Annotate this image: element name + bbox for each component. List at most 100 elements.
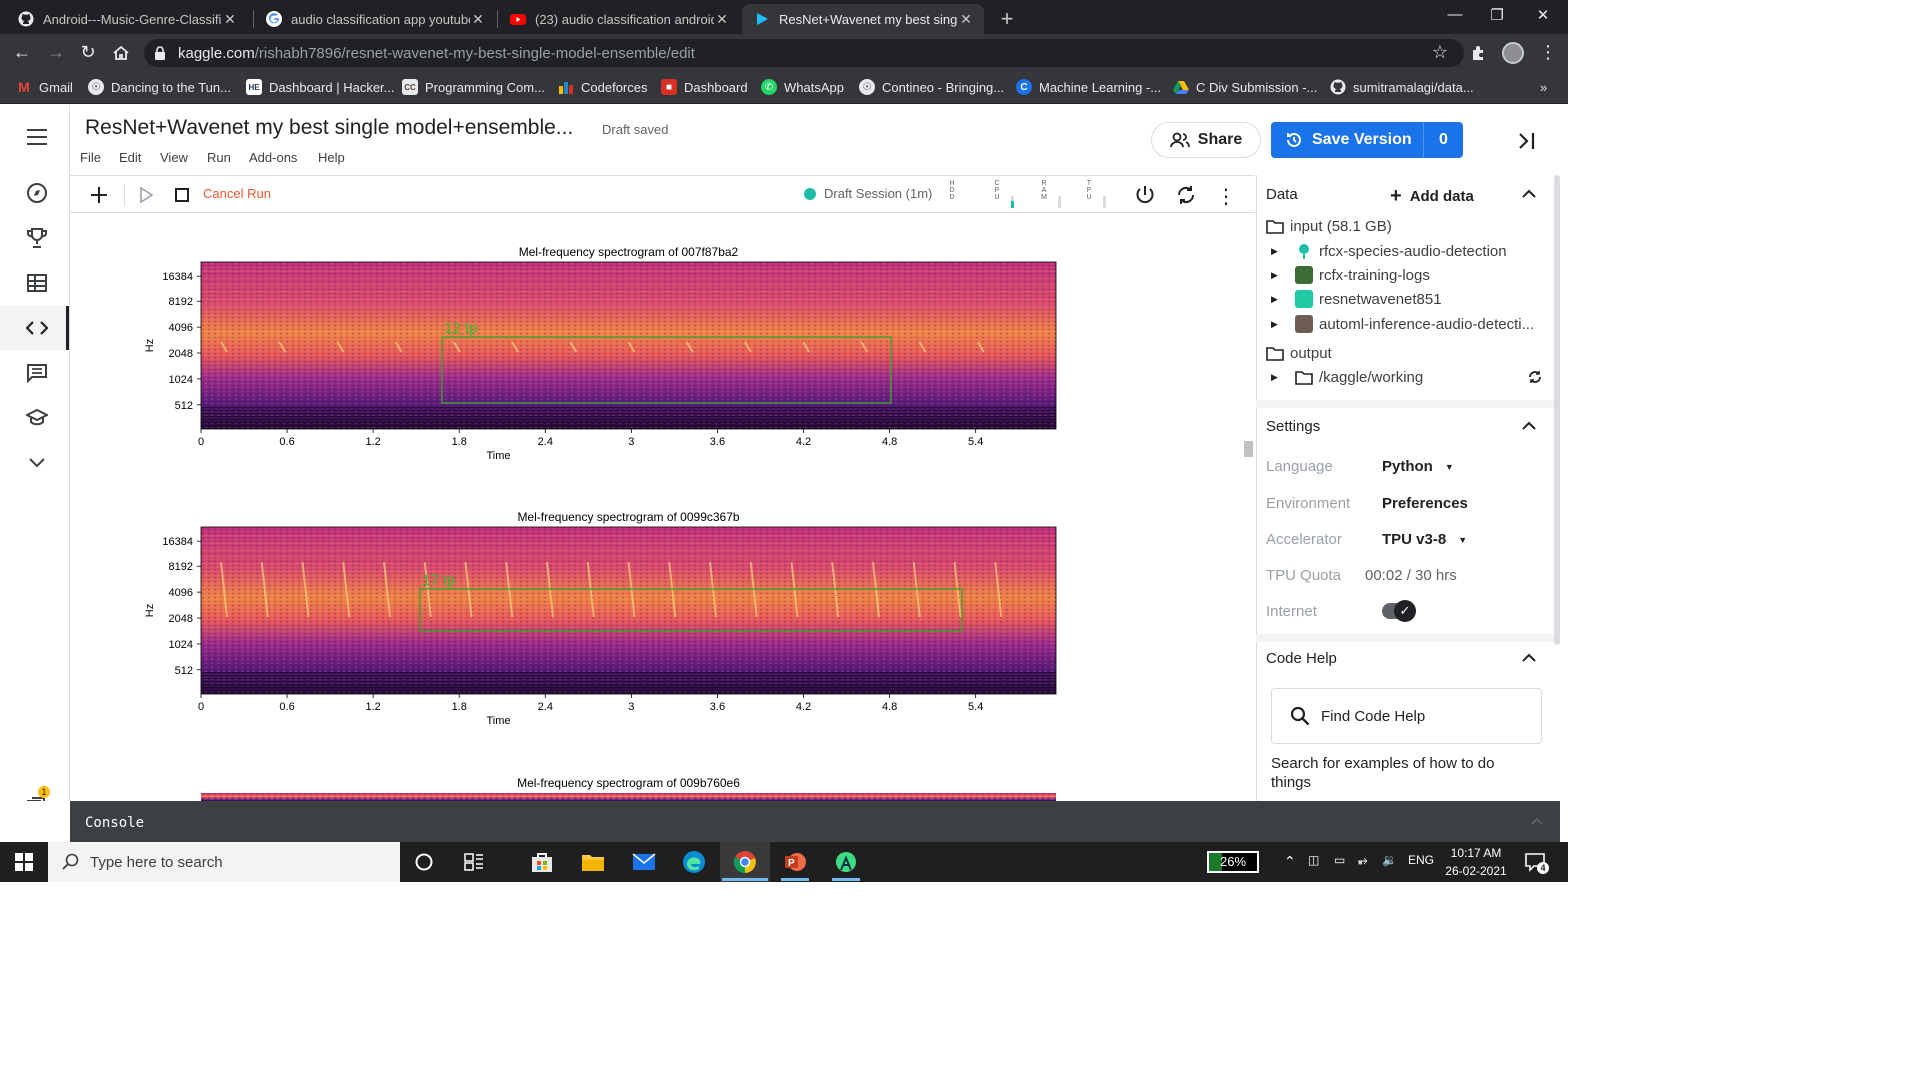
close-tab-icon[interactable]: ✕ [714, 11, 730, 28]
taskbar-search[interactable]: Type here to search [48, 842, 400, 882]
bookmark-item[interactable]: ☉ Contineo - Bringing... [859, 78, 1004, 96]
profile-avatar[interactable] [1502, 42, 1524, 64]
courses-icon[interactable] [22, 403, 52, 433]
close-tab-icon[interactable]: ✕ [470, 11, 486, 28]
close-tab-icon[interactable]: ✕ [958, 11, 974, 28]
chevron-up-icon[interactable] [1521, 420, 1537, 432]
browser-tab[interactable]: (23) audio classification android ✕ [498, 4, 740, 34]
chevron-up-icon[interactable] [1521, 652, 1537, 664]
power-icon[interactable] [1134, 184, 1156, 206]
clock-time[interactable]: 10:17 AM [1446, 846, 1506, 860]
notebook-scroll-thumb[interactable] [1244, 441, 1253, 457]
more-options-icon[interactable]: ⋮ [1216, 184, 1236, 209]
extensions-puzzle-icon[interactable] [1470, 44, 1488, 62]
find-code-help-button[interactable]: Find Code Help [1271, 688, 1542, 744]
wifi-icon[interactable]: ⥵ [1358, 853, 1368, 868]
bookmark-item[interactable]: ☉ Dancing to the Tun... [88, 78, 231, 96]
battery-icon[interactable]: ▭ [1334, 853, 1345, 867]
address-bar[interactable]: kaggle.com/rishabh7896/resnet-wavenet-my… [144, 39, 1464, 67]
input-folder[interactable]: input (58.1 GB) [1266, 218, 1392, 235]
bookmark-item[interactable]: C Div Submission -... [1173, 78, 1317, 96]
output-folder[interactable]: output [1266, 345, 1332, 362]
environment-preferences-link[interactable]: Preferences [1382, 495, 1468, 512]
more-bookmarks-button[interactable]: » [1540, 78, 1547, 96]
store-icon[interactable] [524, 846, 560, 878]
internet-toggle[interactable]: ✓ [1382, 600, 1416, 622]
add-data-button[interactable]: + Add data [1390, 185, 1474, 208]
bookmark-item[interactable]: sumitramalagi/data... [1330, 78, 1474, 96]
chevron-up-icon[interactable] [1521, 188, 1537, 200]
version-count[interactable]: 0 [1423, 122, 1463, 158]
file-explorer-icon[interactable] [575, 846, 611, 878]
notebook-scrollbar[interactable] [1242, 213, 1255, 801]
stop-icon[interactable] [175, 188, 189, 202]
browser-tab[interactable]: Android---Music-Genre-Classifie ✕ [6, 4, 248, 34]
menu-help[interactable]: Help [318, 150, 345, 165]
chrome-icon[interactable] [727, 846, 763, 878]
add-cell-icon[interactable] [90, 186, 108, 204]
volume-icon[interactable]: 🔉 [1382, 853, 1397, 867]
forward-arrow-icon[interactable]: → [44, 42, 68, 63]
hamburger-menu-icon[interactable] [22, 122, 52, 152]
edge-icon[interactable] [676, 846, 712, 878]
clock-date[interactable]: 26-02-2021 [1444, 864, 1508, 878]
back-arrow-icon[interactable]: ← [10, 42, 34, 63]
language-select[interactable]: Python ▼ [1382, 458, 1454, 475]
minimize-button[interactable]: — [1440, 6, 1470, 23]
bookmark-gmail[interactable]: M Gmail [16, 78, 73, 96]
dataset-item[interactable]: ▶ automl-inference-audio-detecti... [1271, 315, 1534, 333]
bookmark-item[interactable]: HE Dashboard | Hacker... [246, 78, 395, 96]
close-tab-icon[interactable]: ✕ [222, 11, 238, 28]
restore-button[interactable]: ❐ [1482, 6, 1512, 24]
working-dir-item[interactable]: ▶ /kaggle/working [1271, 369, 1423, 386]
android-studio-icon[interactable] [828, 846, 864, 878]
cortana-icon[interactable] [406, 846, 442, 878]
console-bar[interactable]: Console [70, 801, 1560, 842]
run-play-icon[interactable] [139, 187, 153, 203]
new-tab-button[interactable]: + [996, 6, 1018, 32]
refresh-icon[interactable] [1527, 369, 1543, 385]
menu-addons[interactable]: Add-ons [249, 150, 297, 165]
language-indicator[interactable]: ENG [1408, 853, 1434, 867]
menu-edit[interactable]: Edit [119, 150, 141, 165]
close-window-button[interactable]: ✕ [1528, 6, 1558, 24]
trophy-icon[interactable] [22, 223, 52, 253]
windows-start-icon[interactable] [15, 853, 33, 871]
menu-run[interactable]: Run [207, 150, 231, 165]
panel-scrollbar[interactable] [1554, 175, 1560, 645]
menu-view[interactable]: View [160, 150, 188, 165]
compass-icon[interactable] [22, 178, 52, 208]
draft-session-status[interactable]: Draft Session (1m) [804, 186, 932, 201]
bookmark-item[interactable]: ■ Dashboard [661, 78, 748, 96]
table-icon[interactable] [22, 268, 52, 298]
browser-tab-active[interactable]: ResNet+Wavenet my best single ✕ [742, 4, 984, 34]
accelerator-select[interactable]: TPU v3-8 ▼ [1382, 531, 1467, 548]
home-icon[interactable] [112, 44, 130, 62]
lock-icon[interactable] [154, 46, 166, 60]
reload-icon[interactable]: ↻ [76, 42, 100, 63]
browser-menu-icon[interactable]: ⋮ [1536, 42, 1560, 63]
chevron-up-icon[interactable] [1530, 816, 1544, 826]
collapse-panel-icon[interactable] [1512, 126, 1542, 156]
restart-icon[interactable] [1175, 184, 1197, 206]
save-version-button[interactable]: Save Version 0 [1271, 122, 1463, 158]
code-icon[interactable] [22, 313, 52, 343]
powerpoint-icon[interactable]: P [777, 846, 813, 878]
notebook-output-area[interactable]: Mel-frequency spectrogram of 007f87ba2 16… [70, 213, 1255, 801]
chevron-down-icon[interactable] [22, 448, 52, 478]
bookmark-item[interactable]: C Machine Learning -... [1016, 78, 1161, 96]
device-icon[interactable]: ◫ [1308, 853, 1319, 867]
show-hidden-icons-chevron-icon[interactable]: ⌃ [1284, 853, 1296, 870]
bookmark-star-icon[interactable]: ☆ [1428, 42, 1452, 63]
mail-icon[interactable] [626, 846, 662, 878]
browser-tab[interactable]: audio classification app youtube ✕ [254, 4, 496, 34]
bookmark-item[interactable]: ✆ WhatsApp [761, 78, 844, 96]
menu-file[interactable]: File [80, 150, 101, 165]
discussion-icon[interactable] [22, 358, 52, 388]
battery-widget[interactable]: 26% [1207, 851, 1259, 873]
dataset-item[interactable]: ▶ resnetwavenet851 [1271, 290, 1442, 308]
notebook-title[interactable]: ResNet+Wavenet my best single model+ense… [85, 116, 573, 140]
dataset-item[interactable]: ▶ rcfx-training-logs [1271, 266, 1430, 284]
share-button[interactable]: Share [1151, 122, 1261, 158]
bookmark-item[interactable]: Codeforces [558, 78, 647, 96]
